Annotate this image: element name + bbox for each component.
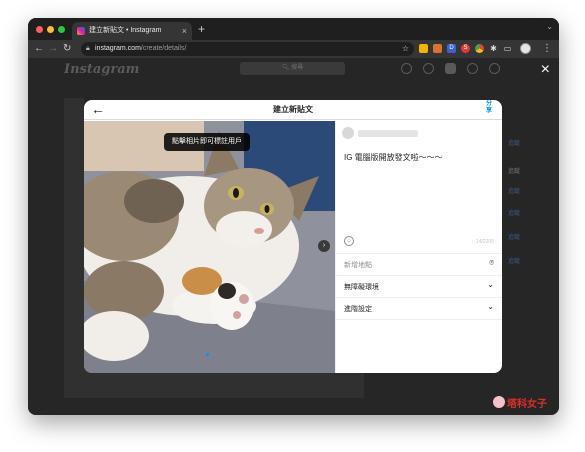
watermark-text: 塔科女子	[507, 399, 547, 410]
advanced-settings-label: 進階設定	[344, 306, 372, 313]
follow-link[interactable]: 追蹤	[508, 186, 520, 195]
explore-icon[interactable]	[467, 63, 478, 74]
post-photo[interactable]: 點擊相片即可標註用戶 ›	[84, 121, 335, 373]
post-details-panel: IG 電腦版開放發文啦～～～ ☺ 14/2200 新增地點 ⌾ 無障礙環境 ⌄ …	[335, 121, 502, 373]
activity-heart-icon[interactable]	[489, 63, 500, 74]
user-avatar	[342, 127, 354, 139]
extension-yellow-icon[interactable]	[419, 44, 428, 53]
extension-chrome-icon[interactable]	[475, 44, 484, 53]
tab-search-button[interactable]: ⌄	[546, 22, 553, 31]
accessibility-label: 無障礙環境	[344, 284, 379, 291]
reload-button[interactable]: ↻	[63, 42, 71, 56]
modal-header: ← 建立新貼文 分享	[84, 100, 502, 120]
character-counter: 14/2200	[475, 239, 494, 245]
maximize-window-button[interactable]	[58, 26, 65, 33]
new-tab-button[interactable]: +	[198, 21, 205, 37]
url-path: /create/details/	[140, 45, 187, 52]
caption-textarea[interactable]: IG 電腦版開放發文啦～～～	[344, 152, 443, 163]
cast-icon[interactable]: ▭	[503, 44, 512, 53]
browser-window: 建立新貼文 • Instagram × + ⌄ ← → ↻ 🔒︎ instagr…	[28, 18, 559, 415]
share-button[interactable]: 分享	[486, 101, 494, 115]
puzzle-extensions-icon[interactable]: ✱	[489, 44, 498, 53]
follow-link[interactable]: 追蹤	[508, 138, 520, 147]
modal-title: 建立新貼文	[273, 105, 313, 114]
next-photo-icon[interactable]: ›	[318, 240, 330, 252]
home-icon[interactable]	[401, 63, 412, 74]
user-info	[342, 127, 492, 141]
tag-people-hint: 點擊相片即可標註用戶	[164, 133, 250, 151]
tab-title: 建立新貼文 • Instagram	[89, 27, 162, 34]
accessibility-dropdown[interactable]: 無障礙環境 ⌄	[336, 275, 502, 296]
background-feed	[64, 98, 84, 218]
forward-button[interactable]: →	[48, 42, 58, 56]
username-blurred	[358, 130, 418, 137]
modal-close-icon[interactable]: ×	[541, 62, 550, 78]
follow-link[interactable]: 追蹤	[508, 208, 520, 217]
tab-strip: 建立新貼文 • Instagram × + ⌄	[28, 18, 559, 40]
tab-instagram[interactable]: 建立新貼文 • Instagram ×	[72, 22, 192, 40]
lock-icon: 🔒︎	[86, 45, 90, 52]
chevron-down-icon: ⌄	[487, 302, 494, 311]
extension-fox-icon[interactable]	[433, 44, 442, 53]
watermark-logo-icon	[493, 396, 505, 408]
browser-menu-button[interactable]: ⋮	[542, 42, 552, 56]
chevron-down-icon: ⌄	[487, 280, 494, 289]
new-post-icon[interactable]	[445, 63, 456, 74]
address-bar[interactable]: 🔒︎ instagram.com/create/details/ ☆	[81, 42, 414, 56]
bookmark-star-icon[interactable]: ☆	[402, 42, 409, 56]
browser-toolbar: ← → ↻ 🔒︎ instagram.com/create/details/ ☆…	[28, 40, 559, 58]
location-pin-icon: ⌾	[489, 258, 494, 267]
add-location-field[interactable]: 新增地點 ⌾	[336, 253, 502, 274]
extension-blue-icon[interactable]: D	[447, 44, 456, 53]
emoji-icon[interactable]: ☺	[344, 236, 354, 246]
divider	[336, 319, 502, 320]
profile-avatar[interactable]	[520, 43, 531, 54]
create-post-modal: ← 建立新貼文 分享 點擊相片即可標註用戶 › IG 電腦版開放發文啦～～～ ☺…	[84, 100, 502, 373]
suggestion-text: 追蹤	[508, 169, 521, 175]
close-window-button[interactable]	[36, 26, 43, 33]
cat-photo-image	[84, 121, 335, 373]
messenger-icon[interactable]	[423, 63, 434, 74]
photo-page-indicator	[206, 353, 209, 356]
watermark: 塔科女子	[493, 395, 555, 410]
back-button[interactable]: ←	[34, 42, 44, 56]
search-placeholder: 搜尋	[291, 65, 304, 71]
advanced-settings-dropdown[interactable]: 進階設定 ⌄	[336, 297, 502, 318]
tab-close-icon[interactable]: ×	[182, 22, 187, 40]
follow-link[interactable]: 追蹤	[508, 232, 520, 241]
minimize-window-button[interactable]	[47, 26, 54, 33]
instagram-logo[interactable]: Instagram	[64, 62, 139, 77]
search-input[interactable]: 🔍︎ 搜尋	[240, 62, 345, 75]
follow-link[interactable]: 追蹤	[508, 256, 520, 265]
instagram-page: Instagram 🔍︎ 搜尋 × 追蹤 追蹤 追蹤 追蹤 追蹤 追蹤 ← 建立…	[28, 58, 559, 415]
extension-red-icon[interactable]: S	[461, 44, 470, 53]
location-placeholder: 新增地點	[344, 262, 372, 269]
instagram-favicon-icon	[77, 27, 85, 35]
url-host: instagram.com	[95, 45, 141, 52]
